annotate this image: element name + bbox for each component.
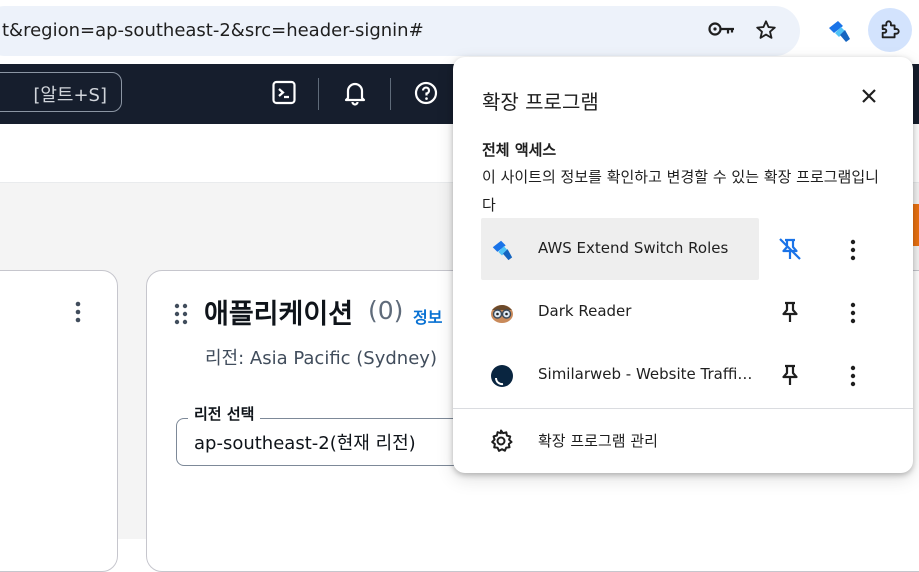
popup-divider <box>453 408 913 409</box>
extension-item-aws-extend-switch-roles[interactable]: AWS Extend Switch Roles <box>481 218 759 280</box>
close-icon[interactable] <box>861 88 877 108</box>
region-select-value[interactable]: ap-southeast-2(현재 리전) <box>194 429 416 455</box>
applications-count: (0) <box>368 296 404 325</box>
pin-icon[interactable] <box>777 362 803 388</box>
extension-item-similarweb[interactable]: Similarweb - Website Traffic & SEO Check… <box>481 344 759 406</box>
applications-title: 애플리케이션 <box>204 299 354 330</box>
gear-icon[interactable] <box>489 429 513 457</box>
region-select-label: 리전 선택 <box>188 403 261 424</box>
current-region-text: 리전: Asia Pacific (Sydney) <box>205 348 437 369</box>
full-access-description: 이 사이트의 정보를 확인하고 변경할 수 있는 확장 프로그램입니다 <box>482 168 879 214</box>
address-bar[interactable]: t&region=ap-southeast-2&src=header-signi… <box>0 6 800 56</box>
left-widget-card <box>0 270 118 572</box>
more-vertical-icon[interactable] <box>847 300 859 326</box>
pin-icon[interactable] <box>777 299 803 325</box>
search-bar[interactable]: [알트+S] <box>0 72 122 112</box>
extensions-button[interactable] <box>868 8 912 52</box>
key-icon[interactable] <box>708 21 736 41</box>
url-text[interactable]: t&region=ap-southeast-2&src=header-signi… <box>2 20 424 41</box>
more-vertical-icon[interactable] <box>847 237 859 263</box>
manage-extensions-link[interactable]: 확장 프로그램 관리 <box>538 430 658 451</box>
full-access-heading: 전체 액세스 <box>482 141 557 159</box>
header-divider <box>390 78 391 110</box>
extension-name: AWS Extend Switch Roles <box>538 239 729 257</box>
help-icon[interactable] <box>414 80 438 110</box>
extensions-popup: 확장 프로그램 전체 액세스 이 사이트의 정보를 확인하고 변경할 수 있는 … <box>453 57 913 473</box>
orange-button-edge[interactable] <box>912 204 919 246</box>
more-vertical-icon[interactable] <box>847 363 859 389</box>
drag-handle-icon[interactable] <box>174 303 188 329</box>
puzzle-icon <box>881 20 900 39</box>
extension-item-dark-reader[interactable]: Dark Reader <box>481 281 759 343</box>
extension-name: Dark Reader <box>538 302 632 320</box>
cloudshell-icon[interactable] <box>272 80 296 110</box>
extension-name: Similarweb - Website Traffic & SEO Check… <box>538 365 754 383</box>
more-vertical-icon[interactable] <box>72 300 84 328</box>
dark-reader-icon <box>489 301 515 329</box>
header-divider <box>318 78 319 110</box>
unpin-icon[interactable] <box>777 236 803 262</box>
star-icon[interactable] <box>755 19 777 45</box>
popup-title: 확장 프로그램 <box>482 90 599 114</box>
aws-extend-switch-roles-icon[interactable] <box>826 18 852 48</box>
similarweb-icon <box>489 364 515 392</box>
bell-icon[interactable] <box>343 80 367 110</box>
search-shortcut-hint: [알트+S] <box>33 85 107 106</box>
browser-toolbar: t&region=ap-southeast-2&src=header-signi… <box>0 0 919 64</box>
aws-extend-switch-roles-icon <box>489 238 515 266</box>
info-link[interactable]: 정보 <box>413 304 442 328</box>
